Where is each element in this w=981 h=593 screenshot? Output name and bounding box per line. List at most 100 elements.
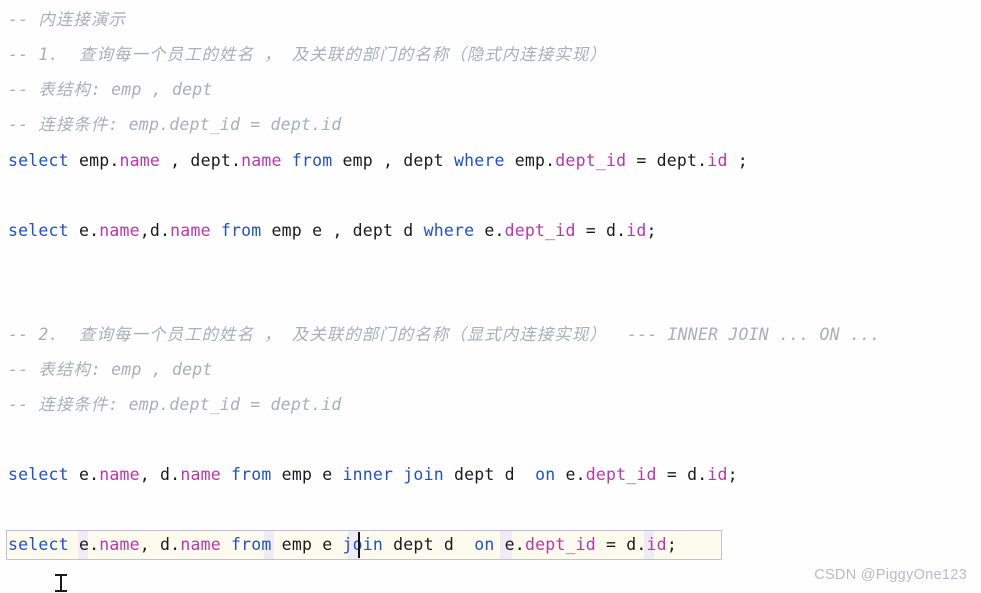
- sql-token-kw: on: [474, 535, 495, 554]
- text-caret: [358, 532, 360, 558]
- sql-token-plain: [221, 535, 231, 554]
- sql-token-kw: select: [8, 465, 69, 484]
- code-comment-line[interactable]: -- 内连接演示: [8, 7, 126, 33]
- sql-token-kw: select: [8, 151, 69, 170]
- comment-dashes: --: [8, 325, 39, 344]
- sql-token-kw: join: [403, 465, 444, 484]
- sql-token-plain: [393, 465, 403, 484]
- comment-text: : emp.dept_id = dept.id: [108, 395, 342, 414]
- comment-text: : emp.dept_id = dept.id: [108, 115, 342, 134]
- comment-dashes: --: [8, 360, 39, 379]
- comment-text: 表结构: [38, 80, 91, 99]
- comment-text: 连接条件: [38, 115, 109, 134]
- sql-token-plain: e.: [474, 221, 505, 240]
- sql-token-plain: = dept.: [626, 151, 708, 170]
- code-comment-line[interactable]: -- 2. 查询每一个员工的姓名 ， 及关联的部门的名称（显式内连接实现） --…: [8, 322, 880, 348]
- sql-token-col: id: [626, 221, 647, 240]
- comment-text: 查询每一个员工的姓名: [78, 325, 254, 344]
- sql-token-plain: dept d: [383, 535, 475, 554]
- code-comment-line[interactable]: -- 连接条件: emp.dept_id = dept.id: [8, 392, 342, 418]
- code-comment-line[interactable]: -- 连接条件: emp.dept_id = dept.id: [8, 112, 342, 138]
- code-sql-line[interactable]: select e.name, d.name from emp e inner j…: [8, 462, 738, 488]
- sql-token-plain: ;: [727, 151, 748, 170]
- sql-token-plain: ;: [646, 221, 657, 240]
- sql-token-kw: where: [453, 151, 505, 170]
- sql-token-col: id: [646, 535, 667, 554]
- comment-dashes: --: [8, 80, 39, 99]
- sql-token-plain: , dept.: [160, 151, 242, 170]
- comment-text: 查询每一个员工的姓名: [78, 45, 254, 64]
- sql-code-editor[interactable]: -- 内连接演示 -- 1. 查询每一个员工的姓名 ， 及关联的部门的名称（隐式内…: [0, 0, 981, 593]
- sql-token-kw: select: [8, 535, 69, 554]
- sql-token-col: name: [241, 151, 282, 170]
- comment-dashes: --: [8, 10, 39, 29]
- code-sql-line[interactable]: select e.name,d.name from emp e , dept d…: [8, 218, 657, 244]
- sql-token-col: id: [707, 465, 728, 484]
- sql-token-plain: emp e: [271, 465, 343, 484]
- sql-token-col: dept_id: [524, 535, 596, 554]
- sql-token-plain: [221, 465, 231, 484]
- sql-token-plain: emp.: [504, 151, 556, 170]
- sql-token-kw: select: [8, 221, 69, 240]
- comment-text: 及关联的部门的名称（显式内连接实现）: [291, 325, 607, 344]
- sql-token-kw: from: [231, 465, 272, 484]
- comment-text: [282, 325, 292, 344]
- sql-token-kw: from: [220, 221, 262, 240]
- sql-token-plain: emp e , dept d: [261, 221, 424, 240]
- comment-text: 连接条件: [38, 395, 109, 414]
- sql-token-plain: ;: [727, 465, 738, 484]
- sql-token-plain: e.: [555, 465, 586, 484]
- sql-token-col: dept_id: [504, 221, 576, 240]
- sql-token-plain: = d.: [575, 221, 627, 240]
- code-content-area[interactable]: -- 内连接演示 -- 1. 查询每一个员工的姓名 ， 及关联的部门的名称（隐式内…: [0, 0, 981, 593]
- comment-text: 1.: [38, 45, 79, 64]
- sql-token-plain: = d.: [656, 465, 708, 484]
- sql-token-plain: ;: [666, 535, 677, 554]
- sql-token-col: name: [99, 465, 140, 484]
- mouse-ibeam-cursor: [54, 573, 68, 593]
- comment-text: 2.: [38, 325, 79, 344]
- comment-text: ，: [264, 45, 282, 64]
- comment-dashes: --: [8, 115, 39, 134]
- sql-token-plain: [282, 151, 292, 170]
- sql-token-col: name: [180, 535, 221, 554]
- sql-token-kw: from: [291, 151, 333, 170]
- sql-token-kw: from: [231, 535, 272, 554]
- comment-text: : emp , dept: [90, 80, 213, 99]
- comment-text: 表结构: [38, 360, 91, 379]
- sql-token-col: name: [99, 535, 140, 554]
- comment-text: [254, 325, 264, 344]
- sql-token-plain: emp.: [68, 151, 120, 170]
- sql-token-plain: emp e: [271, 535, 343, 554]
- sql-token-plain: [211, 221, 221, 240]
- code-sql-line[interactable]: select e. name, d.name from emp e join de…: [8, 532, 677, 558]
- sql-token-kw: on: [535, 465, 556, 484]
- comment-text: 及关联的部门的名称（隐式内连接实现）: [291, 45, 607, 64]
- code-sql-line[interactable]: select emp.name , dept.name from emp , d…: [8, 148, 748, 174]
- sql-token-plain: , d.: [139, 535, 181, 554]
- sql-token-plain: ,d.: [139, 221, 171, 240]
- sql-token-col: name: [119, 151, 161, 170]
- sql-token-plain: emp , dept: [332, 151, 454, 170]
- sql-token-kw: inner: [342, 465, 394, 484]
- sql-token-kw: where: [423, 221, 475, 240]
- sql-token-plain: e.: [494, 535, 525, 554]
- sql-token-col: name: [170, 221, 211, 240]
- comment-text: --- INNER JOIN ... ON ...: [606, 325, 881, 344]
- code-comment-line[interactable]: -- 表结构: emp , dept: [8, 357, 213, 383]
- comment-text: [282, 45, 292, 64]
- sql-token-plain: dept d: [443, 465, 536, 484]
- comment-dashes: --: [8, 395, 39, 414]
- comment-text: 内连接演示: [38, 10, 126, 29]
- code-comment-line[interactable]: -- 表结构: emp , dept: [8, 77, 213, 103]
- sql-token-plain: , d.: [139, 465, 181, 484]
- sql-token-col: id: [707, 151, 728, 170]
- code-comment-line[interactable]: -- 1. 查询每一个员工的姓名 ， 及关联的部门的名称（隐式内连接实现）: [8, 42, 607, 68]
- sql-token-kw: join: [342, 535, 384, 554]
- sql-token-plain: = d.: [595, 535, 647, 554]
- sql-token-plain: e.: [68, 465, 100, 484]
- sql-token-col: dept_id: [585, 465, 657, 484]
- comment-text: : emp , dept: [90, 360, 213, 379]
- csdn-watermark: CSDN @PiggyOne123: [814, 567, 967, 583]
- comment-text: ，: [264, 325, 282, 344]
